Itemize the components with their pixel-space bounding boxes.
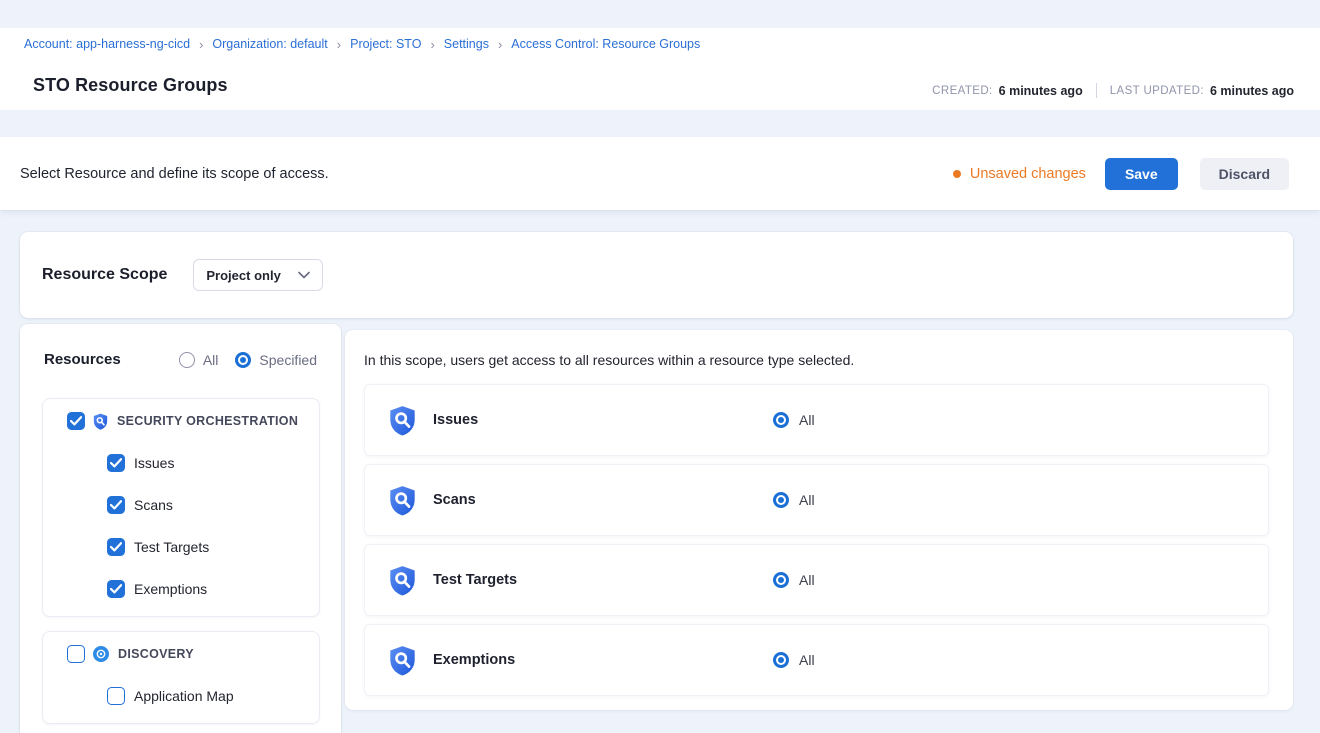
resource-row-label: Exemptions [433, 652, 515, 668]
chevron-right-icon: › [337, 38, 341, 51]
resource-scope-label: Resource Scope [42, 266, 167, 284]
chevron-down-icon [298, 271, 310, 279]
radio-specified[interactable] [235, 352, 251, 368]
resource-group-label-discovery[interactable]: DISCOVERY [118, 647, 194, 661]
resource-row-scans: Scans All [364, 464, 1269, 536]
unsaved-dot-icon [953, 170, 961, 178]
resource-access-panel: In this scope, users get access to all r… [345, 330, 1293, 710]
resource-child-label-exemptions[interactable]: Exemptions [134, 581, 207, 597]
unsaved-changes-status: Unsaved changes [953, 166, 1086, 182]
resources-panel: Resources All Specified SECURITY ORCHEST… [20, 324, 341, 733]
resource-row-test-targets: Test Targets All [364, 544, 1269, 616]
chevron-right-icon: › [199, 38, 203, 51]
resource-child-label-issues[interactable]: Issues [134, 455, 174, 471]
resource-scope-card: Resource Scope Project only [20, 232, 1293, 318]
breadcrumb-settings-link[interactable]: Settings [444, 37, 489, 51]
page-header: Account: app-harness-ng-cicd › Organizat… [0, 28, 1320, 110]
page-title: STO Resource Groups [33, 75, 228, 96]
radio-all-label[interactable]: All [203, 352, 219, 368]
created-value: 6 minutes ago [999, 84, 1083, 98]
last-updated-value: 6 minutes ago [1210, 84, 1294, 98]
radio-specified-option[interactable]: Specified [235, 352, 317, 368]
created-updated-meta: CREATED: 6 minutes ago LAST UPDATED: 6 m… [932, 83, 1294, 98]
checkbox-issues[interactable] [107, 454, 125, 472]
checkbox-scans[interactable] [107, 496, 125, 514]
discovery-icon [93, 646, 109, 662]
checkbox-discovery[interactable] [67, 645, 85, 663]
checkbox-test-targets[interactable] [107, 538, 125, 556]
checkbox-security-orchestration[interactable] [67, 412, 85, 430]
toolbar-description: Select Resource and define its scope of … [20, 166, 329, 182]
resource-group-label-security-orchestration[interactable]: SECURITY ORCHESTRATION [117, 414, 298, 428]
created-label: CREATED: [932, 85, 993, 97]
resource-row-label: Scans [433, 492, 476, 508]
radio-all-label[interactable]: All [799, 652, 815, 668]
chevron-right-icon: › [430, 38, 434, 51]
radio-specified-label[interactable]: Specified [259, 352, 317, 368]
resource-scope-select[interactable]: Project only [193, 259, 323, 291]
meta-divider [1096, 83, 1097, 98]
chevron-right-icon: › [498, 38, 502, 51]
radio-all-label[interactable]: All [799, 412, 815, 428]
resource-child-label-test-targets[interactable]: Test Targets [134, 539, 209, 555]
breadcrumb: Account: app-harness-ng-cicd › Organizat… [24, 37, 700, 51]
breadcrumb-account-link[interactable]: Account: app-harness-ng-cicd [24, 37, 190, 51]
shield-search-icon [93, 413, 108, 430]
radio-all[interactable] [773, 492, 789, 508]
save-button[interactable]: Save [1105, 158, 1178, 190]
radio-all-label[interactable]: All [799, 572, 815, 588]
radio-all[interactable] [773, 652, 789, 668]
resource-row-label: Test Targets [433, 572, 517, 588]
breadcrumb-project-link[interactable]: Project: STO [350, 37, 421, 51]
resource-scope-selected-value: Project only [206, 268, 280, 283]
resources-panel-title: Resources [44, 351, 121, 368]
last-updated-label: LAST UPDATED: [1110, 85, 1204, 97]
radio-all-label[interactable]: All [799, 492, 815, 508]
checkbox-exemptions[interactable] [107, 580, 125, 598]
unsaved-changes-label: Unsaved changes [970, 166, 1086, 182]
action-toolbar: Select Resource and define its scope of … [0, 137, 1320, 210]
breadcrumb-organization-link[interactable]: Organization: default [212, 37, 327, 51]
resource-row-issues: Issues All [364, 384, 1269, 456]
shield-search-icon [389, 485, 416, 516]
radio-all[interactable] [773, 412, 789, 428]
resource-row-label: Issues [433, 412, 478, 428]
resource-row-exemptions: Exemptions All [364, 624, 1269, 696]
resource-child-label-application-map[interactable]: Application Map [134, 688, 234, 704]
breadcrumb-access-control-link[interactable]: Access Control: Resource Groups [511, 37, 700, 51]
shield-search-icon [389, 405, 416, 436]
radio-all[interactable] [773, 572, 789, 588]
resource-group-card-security-orchestration: SECURITY ORCHESTRATION Issues Scans Test… [42, 398, 320, 617]
radio-all[interactable] [179, 352, 195, 368]
resource-group-card-discovery: DISCOVERY Application Map [42, 631, 320, 724]
shield-search-icon [389, 645, 416, 676]
shield-search-icon [389, 565, 416, 596]
access-panel-description: In this scope, users get access to all r… [364, 352, 1269, 368]
discard-button[interactable]: Discard [1200, 158, 1289, 190]
resource-child-label-scans[interactable]: Scans [134, 497, 173, 513]
resources-mode-radios: All Specified [179, 352, 317, 368]
checkbox-application-map[interactable] [107, 687, 125, 705]
radio-all-option[interactable]: All [179, 352, 219, 368]
